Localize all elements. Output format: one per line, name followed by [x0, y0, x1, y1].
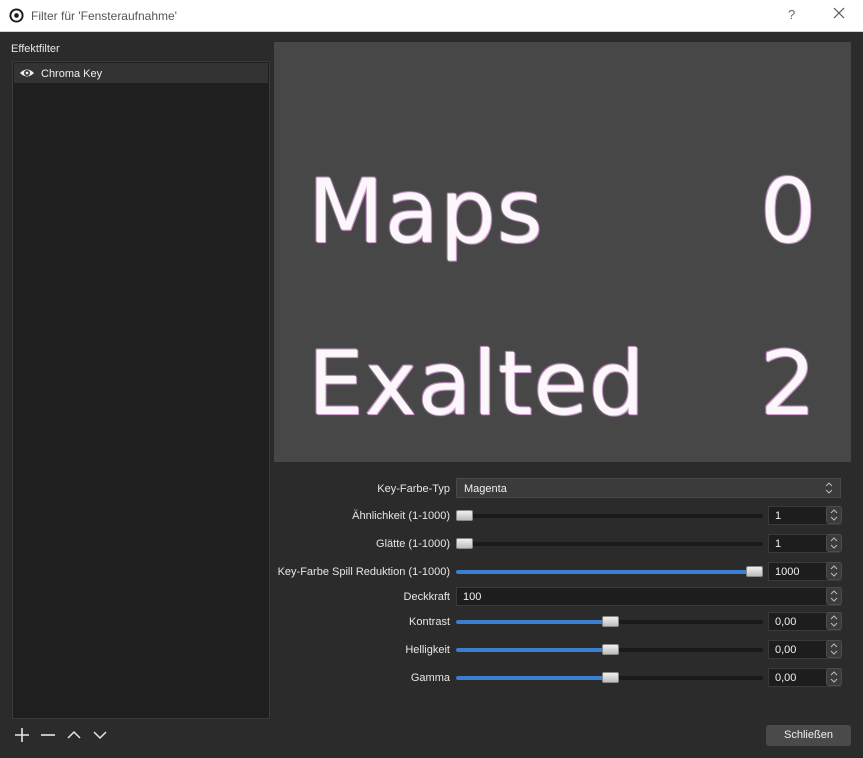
- contrast-stepper[interactable]: [826, 612, 842, 630]
- slider-handle[interactable]: [746, 566, 763, 577]
- row-gamma: Gamma 0,00: [275, 667, 850, 691]
- spill-reduction-value: 1000: [775, 566, 800, 578]
- slider-fill: [456, 648, 610, 652]
- similarity-slider[interactable]: [456, 510, 763, 521]
- row-contrast: Kontrast 0,00: [275, 611, 850, 635]
- updown-arrows-icon: [830, 590, 838, 602]
- gamma-value: 0,00: [775, 672, 797, 684]
- updown-arrows-icon: [830, 671, 838, 683]
- spill-reduction-stepper[interactable]: [826, 562, 842, 580]
- contrast-label: Kontrast: [409, 616, 450, 628]
- eye-icon[interactable]: [19, 67, 35, 79]
- obs-logo-icon: [9, 8, 24, 23]
- gamma-label: Gamma: [410, 672, 450, 684]
- key-color-type-select[interactable]: Magenta: [456, 478, 841, 498]
- spill-reduction-slider[interactable]: [456, 566, 763, 577]
- smoothness-label: Glätte (1-1000): [376, 538, 450, 550]
- row-key-color-type: Key-Farbe-Typ Magenta: [275, 478, 850, 502]
- preview-text-exalted-count: 2: [760, 332, 817, 435]
- help-button[interactable]: ?: [788, 7, 795, 22]
- brightness-value: 0,00: [775, 644, 797, 656]
- contrast-value: 0,00: [775, 616, 797, 628]
- updown-arrows-icon: [825, 482, 833, 494]
- row-brightness: Helligkeit 0,00: [275, 639, 850, 663]
- filter-item-chroma-key[interactable]: Chroma Key: [14, 63, 268, 83]
- updown-arrows-icon: [830, 537, 838, 549]
- preview-text-maps: Maps: [308, 160, 544, 263]
- updown-arrows-icon: [830, 643, 838, 655]
- row-similarity: Ähnlichkeit (1-1000) 1: [275, 505, 850, 529]
- contrast-slider[interactable]: [456, 616, 763, 627]
- gamma-slider[interactable]: [456, 672, 763, 683]
- smoothness-stepper[interactable]: [826, 534, 842, 552]
- slider-handle[interactable]: [602, 616, 619, 627]
- slider-handle[interactable]: [456, 510, 473, 521]
- slider-handle[interactable]: [602, 672, 619, 683]
- filter-preview: Maps 0 Exalted 2: [274, 42, 851, 462]
- opacity-value: 100: [463, 591, 482, 603]
- row-smoothness: Glätte (1-1000) 1: [275, 533, 850, 557]
- spill-reduction-label: Key-Farbe Spill Reduktion (1-1000): [277, 566, 450, 578]
- close-button[interactable]: Schließen: [766, 725, 851, 746]
- preview-text-maps-count: 0: [760, 160, 817, 263]
- similarity-value: 1: [775, 510, 782, 522]
- slider-fill: [456, 620, 610, 624]
- updown-arrows-icon: [830, 565, 838, 577]
- updown-arrows-icon: [830, 615, 838, 627]
- close-window-button[interactable]: [832, 6, 846, 20]
- opacity-label: Deckkraft: [403, 591, 450, 603]
- updown-arrows-icon: [830, 509, 838, 521]
- slider-fill: [456, 676, 610, 680]
- key-color-type-value: Magenta: [464, 483, 507, 495]
- effect-filters-label: Effektfilter: [11, 43, 60, 55]
- remove-filter-icon[interactable]: [38, 726, 58, 744]
- similarity-label: Ähnlichkeit (1-1000): [352, 510, 450, 522]
- smoothness-value: 1: [775, 538, 782, 550]
- brightness-slider[interactable]: [456, 644, 763, 655]
- move-up-icon[interactable]: [64, 726, 84, 744]
- row-opacity: Deckkraft 100: [275, 586, 850, 610]
- add-filter-icon[interactable]: [12, 726, 32, 744]
- effect-filter-list[interactable]: Chroma Key: [12, 61, 270, 719]
- slider-handle[interactable]: [456, 538, 473, 549]
- brightness-label: Helligkeit: [405, 644, 450, 656]
- gamma-stepper[interactable]: [826, 668, 842, 686]
- row-spill-reduction: Key-Farbe Spill Reduktion (1-1000) 1000: [275, 561, 850, 585]
- brightness-stepper[interactable]: [826, 640, 842, 658]
- slider-fill: [456, 570, 763, 574]
- opacity-spinbox[interactable]: 100: [456, 587, 841, 606]
- smoothness-slider[interactable]: [456, 538, 763, 549]
- title-bar: Filter für 'Fensteraufnahme' ?: [0, 0, 863, 32]
- window-title: Filter für 'Fensteraufnahme': [31, 9, 177, 23]
- move-down-icon[interactable]: [90, 726, 110, 744]
- similarity-stepper[interactable]: [826, 506, 842, 524]
- filter-item-label: Chroma Key: [41, 68, 103, 80]
- key-color-type-label: Key-Farbe-Typ: [377, 483, 450, 495]
- opacity-stepper[interactable]: [826, 587, 842, 605]
- slider-handle[interactable]: [602, 644, 619, 655]
- preview-text-exalted: Exalted: [308, 332, 646, 435]
